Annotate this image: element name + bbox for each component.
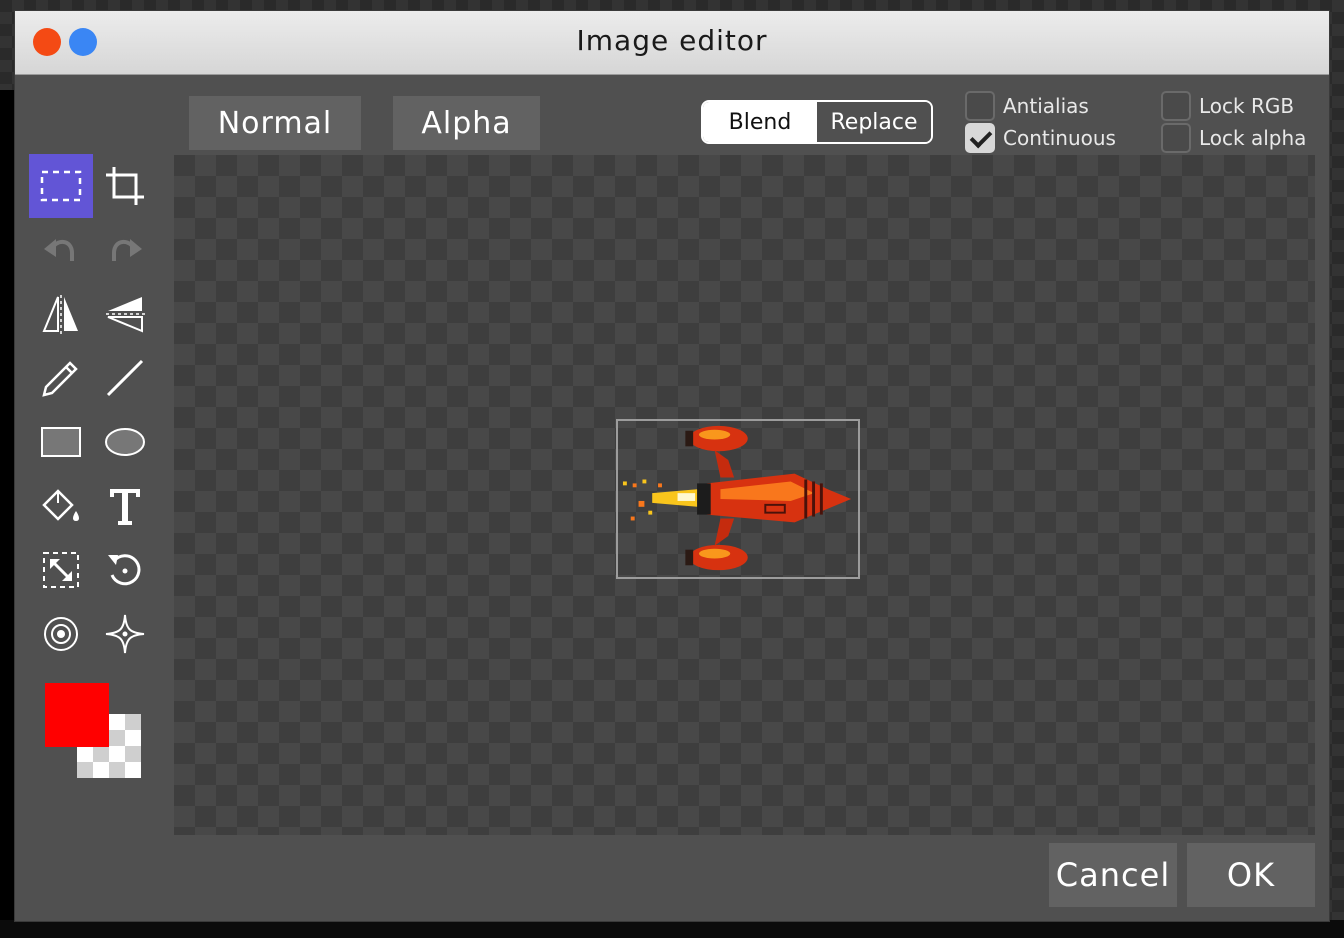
resize-tool[interactable] [29, 538, 93, 602]
resize-icon [43, 552, 79, 588]
lock-rgb-option[interactable]: Lock RGB [1161, 91, 1294, 121]
cancel-button[interactable]: Cancel [1049, 843, 1177, 907]
text-tool[interactable] [93, 474, 157, 538]
continuous-label: Continuous [1003, 126, 1116, 150]
pencil-tool[interactable] [29, 346, 93, 410]
line-icon [106, 359, 144, 397]
lock-alpha-option[interactable]: Lock alpha [1161, 123, 1306, 153]
background-strip-bottom [0, 920, 1344, 938]
target-icon [44, 617, 78, 651]
ellipse-icon [105, 428, 145, 456]
select-rect-icon [40, 170, 82, 202]
alpha-mode-button[interactable]: Alpha [393, 96, 540, 150]
target-tool[interactable] [29, 602, 93, 666]
antialias-checkbox[interactable] [965, 91, 995, 121]
undo-tool[interactable] [29, 218, 93, 282]
ok-button[interactable]: OK [1187, 843, 1315, 907]
antialias-label: Antialias [1003, 94, 1089, 118]
blend-mode-toggle: Blend Replace [701, 100, 933, 144]
flip-horizontal-tool[interactable] [29, 282, 93, 346]
rocket-ship-sprite [622, 425, 852, 571]
redo-icon [112, 239, 142, 261]
sparkle-icon [105, 614, 145, 654]
text-icon [110, 489, 140, 525]
continuous-checkbox[interactable] [965, 123, 995, 153]
flip-horizontal-icon [42, 295, 78, 335]
image-editor-dialog: Image editor Normal Alpha Blend Replace … [14, 10, 1330, 922]
blend-option[interactable]: Blend [703, 102, 817, 142]
select-rect-tool[interactable] [29, 154, 93, 218]
crop-icon [106, 167, 144, 205]
background-strip [0, 90, 14, 938]
pencil-icon [42, 361, 78, 397]
lock-rgb-label: Lock RGB [1199, 94, 1295, 118]
title-bar: Image editor [15, 11, 1329, 75]
line-tool[interactable] [93, 346, 157, 410]
ellipse-tool[interactable] [93, 410, 157, 474]
image-canvas[interactable] [174, 155, 1315, 835]
rectangle-icon [41, 427, 81, 457]
flip-vertical-tool[interactable] [93, 282, 157, 346]
rectangle-tool[interactable] [29, 410, 93, 474]
rotate-icon [108, 554, 141, 586]
fill-bucket-tool[interactable] [29, 474, 93, 538]
continuous-option[interactable]: Continuous [965, 123, 1116, 153]
crop-tool[interactable] [93, 154, 157, 218]
lock-rgb-checkbox[interactable] [1161, 91, 1191, 121]
redo-tool[interactable] [93, 218, 157, 282]
normal-mode-button[interactable]: Normal [189, 96, 361, 150]
window-title: Image editor [576, 24, 768, 57]
rotate-tool[interactable] [93, 538, 157, 602]
image-bounds [616, 419, 860, 579]
sparkle-tool[interactable] [93, 602, 157, 666]
replace-option[interactable]: Replace [817, 102, 931, 142]
undo-icon [44, 239, 74, 261]
lock-alpha-checkbox[interactable] [1161, 123, 1191, 153]
antialias-option[interactable]: Antialias [965, 91, 1089, 121]
flip-vertical-icon [106, 297, 146, 333]
lock-alpha-label: Lock alpha [1199, 126, 1307, 150]
fill-bucket-icon [42, 489, 79, 521]
foreground-color-swatch[interactable] [45, 683, 109, 747]
